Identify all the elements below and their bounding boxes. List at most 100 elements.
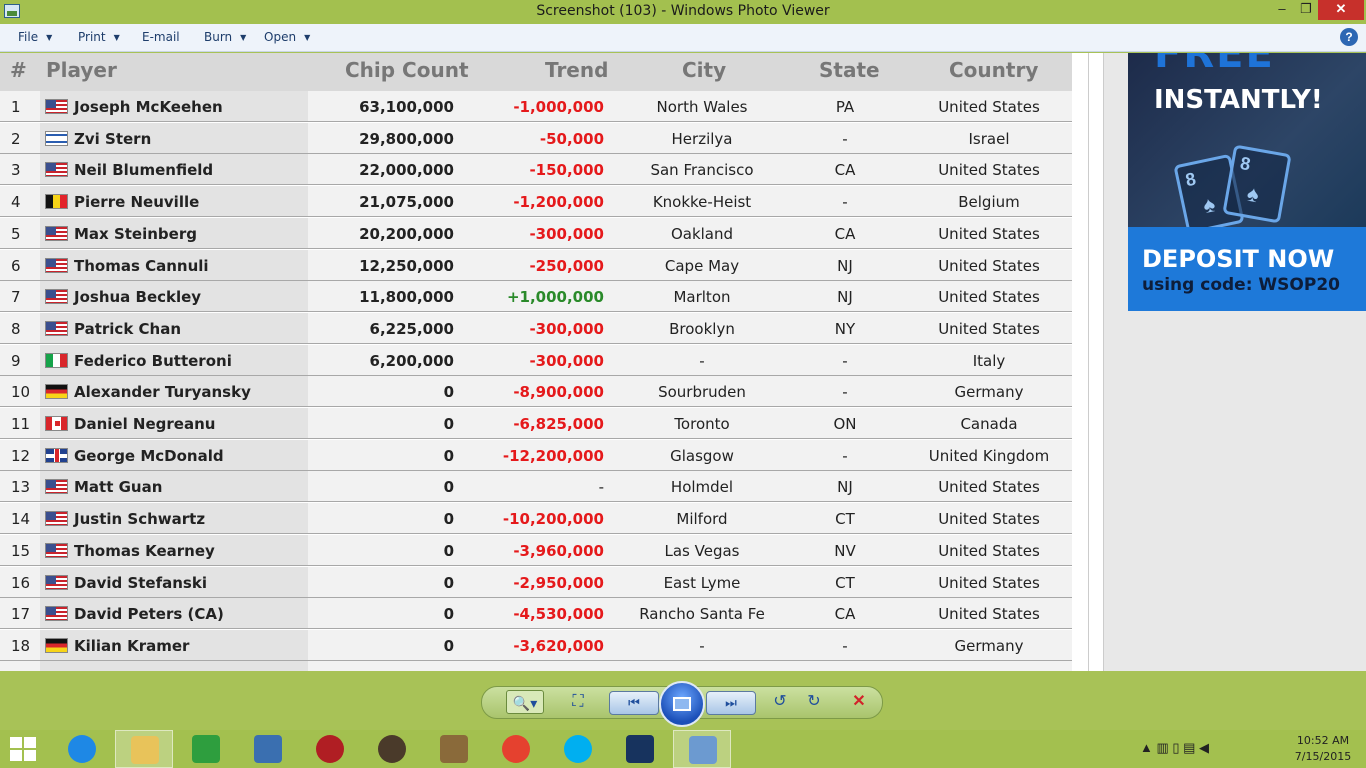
player-cell[interactable]: David Peters (CA) [74,605,224,623]
player-cell[interactable]: David Stefanski [74,574,207,592]
windows-start-icon[interactable] [10,737,38,763]
player-cell[interactable]: Alexander Turyansky [74,383,251,401]
taskbar-ie-icon[interactable] [53,730,111,768]
previous-icon[interactable]: ⏮ [609,691,659,715]
menu-burn[interactable]: Burn ▼ [204,30,246,44]
ie-icon [68,735,96,763]
taskbar-photo-viewer-icon[interactable] [673,730,731,768]
table-row: 6 Thomas Cannuli 12,250,000 -250,000 Cape Ma… [0,249,1072,281]
player-cell[interactable]: Neil Blumenfield [74,161,213,179]
header-trend: Trend [545,58,609,82]
table-row: 14 Justin Schwartz 0 -10,200,000 Milford CT Un… [0,503,1072,535]
delete-icon[interactable]: ✕ [845,690,873,714]
trend-cell: -300,000 [529,319,604,338]
city-cell: Rancho Santa Fe [639,605,765,624]
chip-count-cell: 11,800,000 [359,288,454,307]
player-cell[interactable]: Matt Guan [74,478,162,496]
taskbar-william-hill-icon[interactable] [611,730,669,768]
city-cell: - [699,351,705,370]
ad-code-text: using code: WSOP20 [1142,275,1340,295]
header-rank: # [10,58,27,82]
state-cell: ON [833,415,857,433]
header-state: State [819,58,880,82]
player-cell[interactable]: Federico Butteroni [74,352,232,370]
table-row: 9 Federico Butteroni 6,200,000 -300,000 - - It… [0,344,1072,376]
trend-cell: -150,000 [529,161,604,180]
zoom-icon[interactable]: 🔍▾ [506,690,544,714]
player-cell[interactable]: Justin Schwartz [74,510,205,528]
chip-count-cell: 21,075,000 [359,193,454,212]
menu-print[interactable]: Print ▼ [78,30,120,44]
us-flag-icon [45,289,68,305]
taskbar-file-explorer-icon[interactable] [115,730,173,768]
city-cell: Milford [676,510,728,529]
table-header: # Player Chip Count Trend City State Cou… [0,53,1072,91]
player-cell[interactable]: Daniel Negreanu [74,415,215,433]
chip-count-cell: 0 [443,605,454,624]
taskbar-power-icon[interactable] [301,730,359,768]
table-row: 15 Thomas Kearney 0 -3,960,000 Las Vegas NV Un… [0,534,1072,566]
taskbar-chrome-icon[interactable] [487,730,545,768]
city-cell: Herzilya [671,129,733,148]
city-cell: Toronto [674,415,730,433]
close-button[interactable]: ✕ [1318,0,1364,20]
trend-cell: -8,900,000 [513,383,604,402]
panel-divider [1088,53,1104,671]
state-cell: NJ [837,478,853,497]
card-rank: 8 [1183,168,1198,191]
player-cell[interactable]: Thomas Kearney [74,542,215,560]
slideshow-button[interactable] [659,681,705,727]
title-bar: Screenshot (103) - Windows Photo Viewer … [0,0,1366,24]
table-row: 1 Joseph McKeehen 63,100,000 -1,000,000 Nort… [0,91,1072,122]
country-cell: United States [938,478,1040,497]
help-icon[interactable]: ? [1340,28,1358,46]
player-cell[interactable]: Thomas Cannuli [74,257,209,275]
table-row: 11 Daniel Negreanu 0 -6,825,000 Toronto ON Can… [0,408,1072,439]
control-panel-icon [254,735,282,763]
chip-count-cell: 63,100,000 [359,98,454,116]
menu-email[interactable]: E-mail [142,30,180,44]
player-cell[interactable]: Kilian Kramer [74,637,189,655]
next-icon[interactable]: ⏭ [706,691,756,715]
player-cell[interactable]: George McDonald [74,447,224,465]
trend-cell: -1,200,000 [513,193,604,212]
player-cell[interactable]: Joshua Beckley [74,288,201,306]
system-tray[interactable]: ▲ ▥ ▯ ▤ ◀ [1140,740,1209,756]
chip-count-cell: 0 [443,478,454,497]
player-cell[interactable]: Joseph McKeehen [74,98,223,116]
taskbar-speaker-icon[interactable] [363,730,421,768]
player-cell[interactable]: Patrick Chan [74,320,181,338]
menu-file[interactable]: File ▼ [18,30,52,44]
rank-cell: 2 [11,129,21,148]
wsop-ad-banner[interactable]: FREE INSTANTLY! 8 ♠ 8 ♠ DEPOSIT NOW using … [1128,53,1366,311]
table-row: 12 George McDonald 0 -12,200,000 Glasgow - Uni… [0,439,1072,471]
state-cell: CT [835,510,855,529]
player-cell[interactable]: Max Steinberg [74,225,197,243]
clock-date: 7/15/2015 [1294,750,1352,763]
us-flag-icon [45,542,68,558]
header-chip-count: Chip Count [345,58,469,82]
clock[interactable]: 10:52 AM 7/15/2015 [1286,733,1360,765]
rotate-cw-icon[interactable]: ↻ [800,690,828,714]
playing-card-icon: 8 ♠ [1222,144,1292,224]
rotate-ccw-icon[interactable]: ↺ [766,690,794,714]
taskbar-store-icon[interactable] [177,730,235,768]
rank-cell: 18 [11,636,31,655]
taskbar-skype-icon[interactable] [549,730,607,768]
menu-open[interactable]: Open ▼ [264,30,310,44]
chip-count-cell: 12,250,000 [359,256,454,275]
menu-file-label: File [18,30,39,44]
player-cell[interactable]: Pierre Neuville [74,193,199,211]
start-icon-pane [10,750,22,761]
ad-instantly-text: INSTANTLY! [1154,85,1323,115]
player-cell[interactable]: Zvi Stern [74,130,151,148]
taskbar-doc-viewer-icon[interactable] [425,730,483,768]
actual-size-icon[interactable]: ⛶ [564,690,592,714]
state-cell: - [842,636,848,655]
trend-cell: -50,000 [539,129,604,148]
trend-cell: -300,000 [529,351,604,370]
file-explorer-icon [131,736,159,764]
taskbar-control-panel-icon[interactable] [239,730,297,768]
country-cell: Canada [960,415,1018,433]
maximize-button[interactable]: ❐ [1292,0,1320,20]
